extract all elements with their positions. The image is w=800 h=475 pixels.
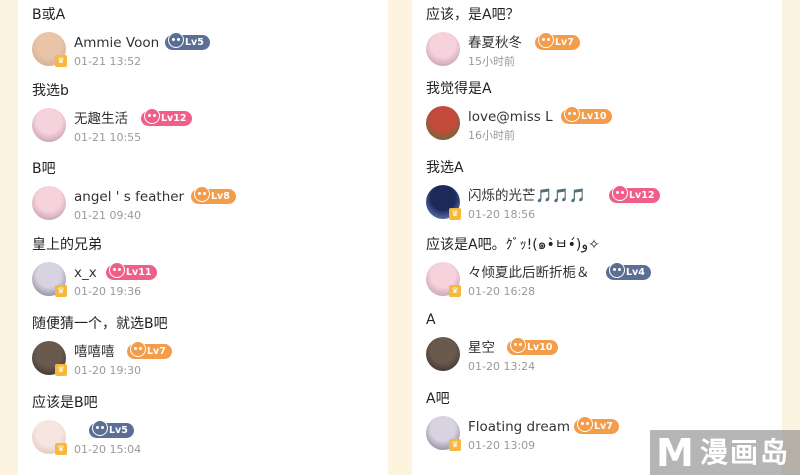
level-label: Lv10 <box>527 342 553 353</box>
level-badge: Lv7 <box>535 32 580 50</box>
level-badge: Lv11 <box>106 262 158 280</box>
level-label: Lv4 <box>626 267 645 278</box>
level-badge: Lv7 <box>574 416 619 434</box>
level-label: Lv11 <box>126 267 152 278</box>
level-label: Lv5 <box>109 425 128 436</box>
level-mascot-icon <box>612 185 628 201</box>
level-label: Lv5 <box>185 37 204 48</box>
comment-item[interactable]: 应该，是A吧？ 春夏秋冬 Lv7 15小时前 <box>412 6 782 76</box>
anime-girl-avatar[interactable] <box>32 108 66 142</box>
comment-text: 应该是A吧。ｸﾞｯ!(๑•̀ㅂ•́)و✧ <box>426 237 600 253</box>
username[interactable]: 星空 <box>468 339 495 357</box>
username[interactable]: 无趣生活 <box>74 110 128 128</box>
comment-text: 皇上的兄弟 <box>32 237 102 253</box>
username[interactable]: 々倾夏此后断折栀＆ <box>468 264 590 282</box>
level-label: Lv12 <box>629 190 655 201</box>
level-badge: Lv12 <box>609 185 661 203</box>
comment-text: 我觉得是A <box>426 81 492 97</box>
level-mascot-icon <box>109 262 125 278</box>
level-mascot-icon <box>92 420 108 436</box>
comment-text: A吧 <box>426 391 450 407</box>
comment-item[interactable]: 我选A ♛ 闪烁的光芒🎵🎵🎵 Lv12 01-20 18:56 <box>412 159 782 229</box>
comment-item[interactable]: B吧 angel ' s feather Lv8 01-21 09:40 <box>18 160 388 230</box>
timestamp: 01-20 18:56 <box>468 208 536 221</box>
level-badge: Lv5 <box>89 420 134 438</box>
timestamp: 01-20 15:04 <box>74 443 142 456</box>
photo-avatar[interactable] <box>426 337 460 371</box>
vip-crown-icon: ♛ <box>449 439 461 451</box>
username[interactable]: angel ' s feather <box>74 188 184 206</box>
vip-crown-icon: ♛ <box>55 55 67 67</box>
level-badge: Lv7 <box>127 341 172 359</box>
comment-text: 随便猜一个，就选B吧 <box>32 316 168 332</box>
watermark-letter: M <box>656 431 694 475</box>
comment-item[interactable]: 皇上的兄弟 ♛ x_x Lv11 01-20 19:36 <box>18 236 388 306</box>
watermark-logo: M 漫画岛 <box>650 430 800 475</box>
comment-item[interactable]: 应该是B吧 ♛ Lv5 01-20 15:04 <box>18 394 388 464</box>
timestamp: 01-20 13:09 <box>468 439 536 452</box>
watermark-text: 漫画岛 <box>700 436 791 469</box>
username[interactable]: 春夏秋冬 <box>468 34 522 52</box>
level-mascot-icon <box>609 262 625 278</box>
level-badge: Lv8 <box>191 186 236 204</box>
comment-item[interactable]: 应该是A吧。ｸﾞｯ!(๑•̀ㅂ•́)و✧ ♛ 々倾夏此后断折栀＆ Lv4 01-20 1… <box>412 236 782 306</box>
comment-list-right: 应该，是A吧？ 春夏秋冬 Lv7 15小时前我觉得是A love@miss L Lv10 1… <box>412 0 782 475</box>
username[interactable]: Ammie Voon <box>74 34 159 52</box>
username[interactable]: 嘻嘻嘻 <box>74 343 115 361</box>
comment-item[interactable]: A 星空 Lv10 01-20 13:24 <box>412 311 782 381</box>
timestamp: 01-20 19:36 <box>74 285 142 298</box>
comment-text: 应该是B吧 <box>32 395 98 411</box>
level-mascot-icon <box>510 337 526 353</box>
level-label: Lv7 <box>594 421 613 432</box>
vip-crown-icon: ♛ <box>55 285 67 297</box>
level-label: Lv12 <box>161 113 187 124</box>
timestamp: 01-21 10:55 <box>74 131 142 144</box>
timestamp: 01-21 13:52 <box>74 55 142 68</box>
level-badge: Lv4 <box>606 262 651 280</box>
comment-item[interactable]: 我觉得是A love@miss L Lv10 16小时前 <box>412 80 782 150</box>
vip-crown-icon: ♛ <box>55 443 67 455</box>
level-badge: Lv12 <box>141 108 193 126</box>
level-mascot-icon <box>130 341 146 357</box>
anime-girl-avatar[interactable] <box>426 32 460 66</box>
comment-item[interactable]: B或A ♛ Ammie Voon Lv5 01-21 13:52 <box>18 6 388 76</box>
comment-item[interactable]: 我选b 无趣生活 Lv12 01-21 10:55 <box>18 82 388 152</box>
comment-list-left: B或A ♛ Ammie Voon Lv5 01-21 13:52 我选b 无趣生活 Lv12 0… <box>18 0 388 475</box>
comment-text: B吧 <box>32 161 56 177</box>
comment-text: 我选A <box>426 160 464 176</box>
level-label: Lv7 <box>555 37 574 48</box>
timestamp: 01-20 16:28 <box>468 285 536 298</box>
comment-text: B或A <box>32 7 66 23</box>
level-mascot-icon <box>538 32 554 48</box>
comment-text: 应该，是A吧？ <box>426 7 520 23</box>
level-mascot-icon <box>564 106 580 122</box>
level-mascot-icon <box>168 32 184 48</box>
level-label: Lv7 <box>147 346 166 357</box>
timestamp: 01-21 09:40 <box>74 209 142 222</box>
vip-crown-icon: ♛ <box>449 208 461 220</box>
username[interactable]: 闪烁的光芒🎵🎵🎵 <box>468 187 586 205</box>
level-label: Lv10 <box>581 111 607 122</box>
timestamp: 01-20 19:30 <box>74 364 142 377</box>
level-label: Lv8 <box>211 191 230 202</box>
flower-avatar[interactable] <box>426 106 460 140</box>
level-badge: Lv5 <box>165 32 210 50</box>
comment-item[interactable]: 随便猜一个，就选B吧 ♛ 嘻嘻嘻 Lv7 01-20 19:30 <box>18 315 388 385</box>
level-mascot-icon <box>194 186 210 202</box>
username[interactable]: x_x <box>74 264 97 282</box>
level-mascot-icon <box>577 416 593 432</box>
level-badge: Lv10 <box>507 337 559 355</box>
anime-girl-avatar[interactable] <box>32 186 66 220</box>
username[interactable]: love@miss L <box>468 108 553 126</box>
vip-crown-icon: ♛ <box>55 364 67 376</box>
username[interactable]: Floating dream <box>468 418 570 436</box>
comment-text: 我选b <box>32 83 69 99</box>
level-mascot-icon <box>144 108 160 124</box>
comment-text: A <box>426 312 436 328</box>
timestamp: 15小时前 <box>468 55 515 68</box>
vip-crown-icon: ♛ <box>449 285 461 297</box>
timestamp: 01-20 13:24 <box>468 360 536 373</box>
level-badge: Lv10 <box>561 106 613 124</box>
timestamp: 16小时前 <box>468 129 515 142</box>
